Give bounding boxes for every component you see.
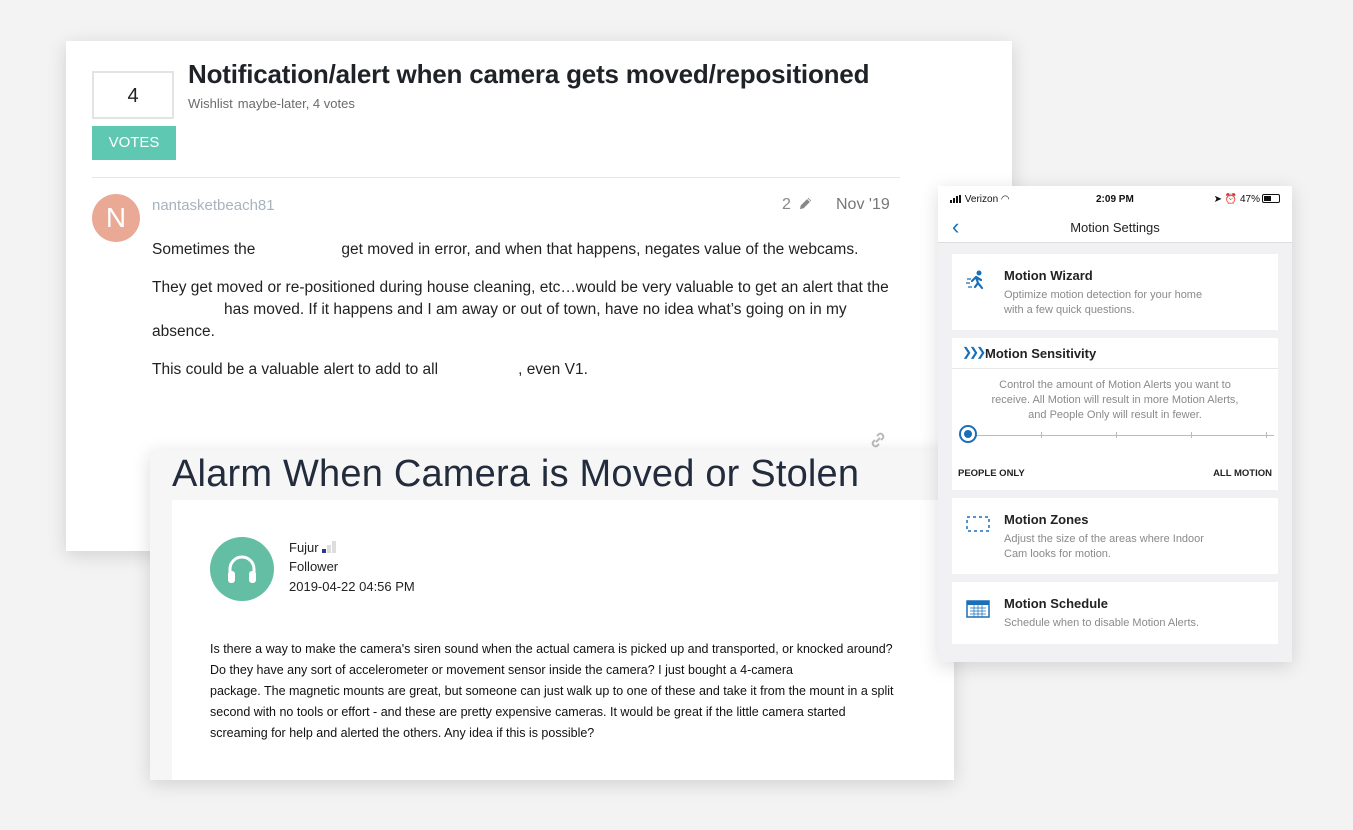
clock: 2:09 PM [1096,194,1134,205]
zones-icon [966,516,990,532]
slider-tick [1116,432,1117,438]
thread-title: Alarm When Camera is Moved or Stolen [172,453,860,495]
category-link[interactable]: Wishlist [188,96,233,111]
votes-button[interactable]: VOTES [92,126,176,160]
signal-icon [950,195,962,203]
author-name[interactable]: Fujur [289,540,336,555]
post-paragraph: This could be a valuable alert to add to… [152,361,588,378]
thread-body: Is there a way to make the camera's sire… [210,642,894,740]
divider [92,177,900,178]
battery-percent: 47% [1239,194,1260,205]
screen-title: Motion Settings [1070,220,1160,235]
motion-sensitivity-desc: Control the amount of Motion Alerts you … [991,379,1239,421]
votes-summary: , 4 votes [305,96,355,111]
slider-label-left: PEOPLE ONLY [958,468,1025,479]
nav-bar: ‹ Motion Settings [938,212,1292,243]
motion-zones-row[interactable]: Motion Zones Adjust the size of the area… [952,498,1278,574]
community-post-card: Alarm When Camera is Moved or Stolen Fuj… [150,450,954,780]
slider-tick [1041,432,1042,438]
rank-icon [321,541,336,553]
post-title: Notification/alert when camera gets move… [188,59,870,89]
edit-count: 2 [782,196,791,213]
motion-wizard-row[interactable]: Motion Wizard Optimize motion detection … [952,254,1278,330]
post-paragraph: They get moved or re-positioned during h… [152,279,889,340]
motion-zones-title: Motion Zones [1004,512,1089,527]
username-link[interactable]: nantasketbeach81 [152,197,275,214]
author-rank: Follower [289,559,339,574]
motion-schedule-row[interactable]: Motion Schedule Schedule when to disable… [952,582,1278,644]
post-meta: Wishlist maybe-later, 4 votes [188,96,355,111]
avatar[interactable] [210,537,274,601]
motion-schedule-desc: Schedule when to disable Motion Alerts. [1004,617,1200,629]
running-person-icon [966,270,984,290]
location-icon: ➤ [1213,194,1222,205]
status-bar: Verizon ◠ 2:09 PM ➤ ⏰ 47% [938,186,1292,212]
chevrons-icon: ❯❯❯ [962,345,986,359]
slider-label-right: ALL MOTION [1213,468,1272,479]
phone-screenshot: Verizon ◠ 2:09 PM ➤ ⏰ 47% ‹ Motion Setti… [938,186,1292,662]
thread-body-panel: Fujur Follower 2019-04-22 04:56 PM Is th… [172,500,954,780]
link-icon[interactable] [868,430,888,450]
sensitivity-slider-track[interactable] [974,435,1274,436]
edit-history-button[interactable]: 2 [782,196,813,214]
vote-count: 4 [92,71,174,119]
avatar[interactable]: N [92,194,140,242]
slider-tick [1191,432,1192,438]
status-tag[interactable]: maybe-later [238,96,306,111]
pencil-icon [800,197,812,210]
motion-sensitivity-title: Motion Sensitivity [985,346,1097,361]
post-date[interactable]: Nov '19 [836,196,890,214]
motion-zones-desc: Adjust the size of the areas where Indoo… [1004,533,1204,560]
motion-schedule-title: Motion Schedule [1004,596,1108,611]
battery-icon [1262,194,1280,203]
post-datetime: 2019-04-22 04:56 PM [289,579,415,594]
alarm-icon: ⏰ [1224,194,1238,205]
post-body: Sometimes the get moved in error, and whe… [152,239,902,397]
calendar-icon [966,600,990,618]
carrier: Verizon [964,194,999,205]
motion-sensitivity-panel: ❯❯❯ Motion Sensitivity Control the amoun… [952,338,1278,490]
slider-tick [1266,432,1267,438]
motion-wizard-title: Motion Wizard [1004,268,1093,283]
motion-wizard-desc: Optimize motion detection for your home w… [1004,289,1203,316]
post-paragraph: Sometimes the get moved in error, and whe… [152,241,859,258]
wifi-icon: ◠ [1000,194,1010,205]
headphones-icon [228,555,256,583]
sensitivity-slider-thumb[interactable] [959,425,977,443]
divider [952,368,1278,369]
